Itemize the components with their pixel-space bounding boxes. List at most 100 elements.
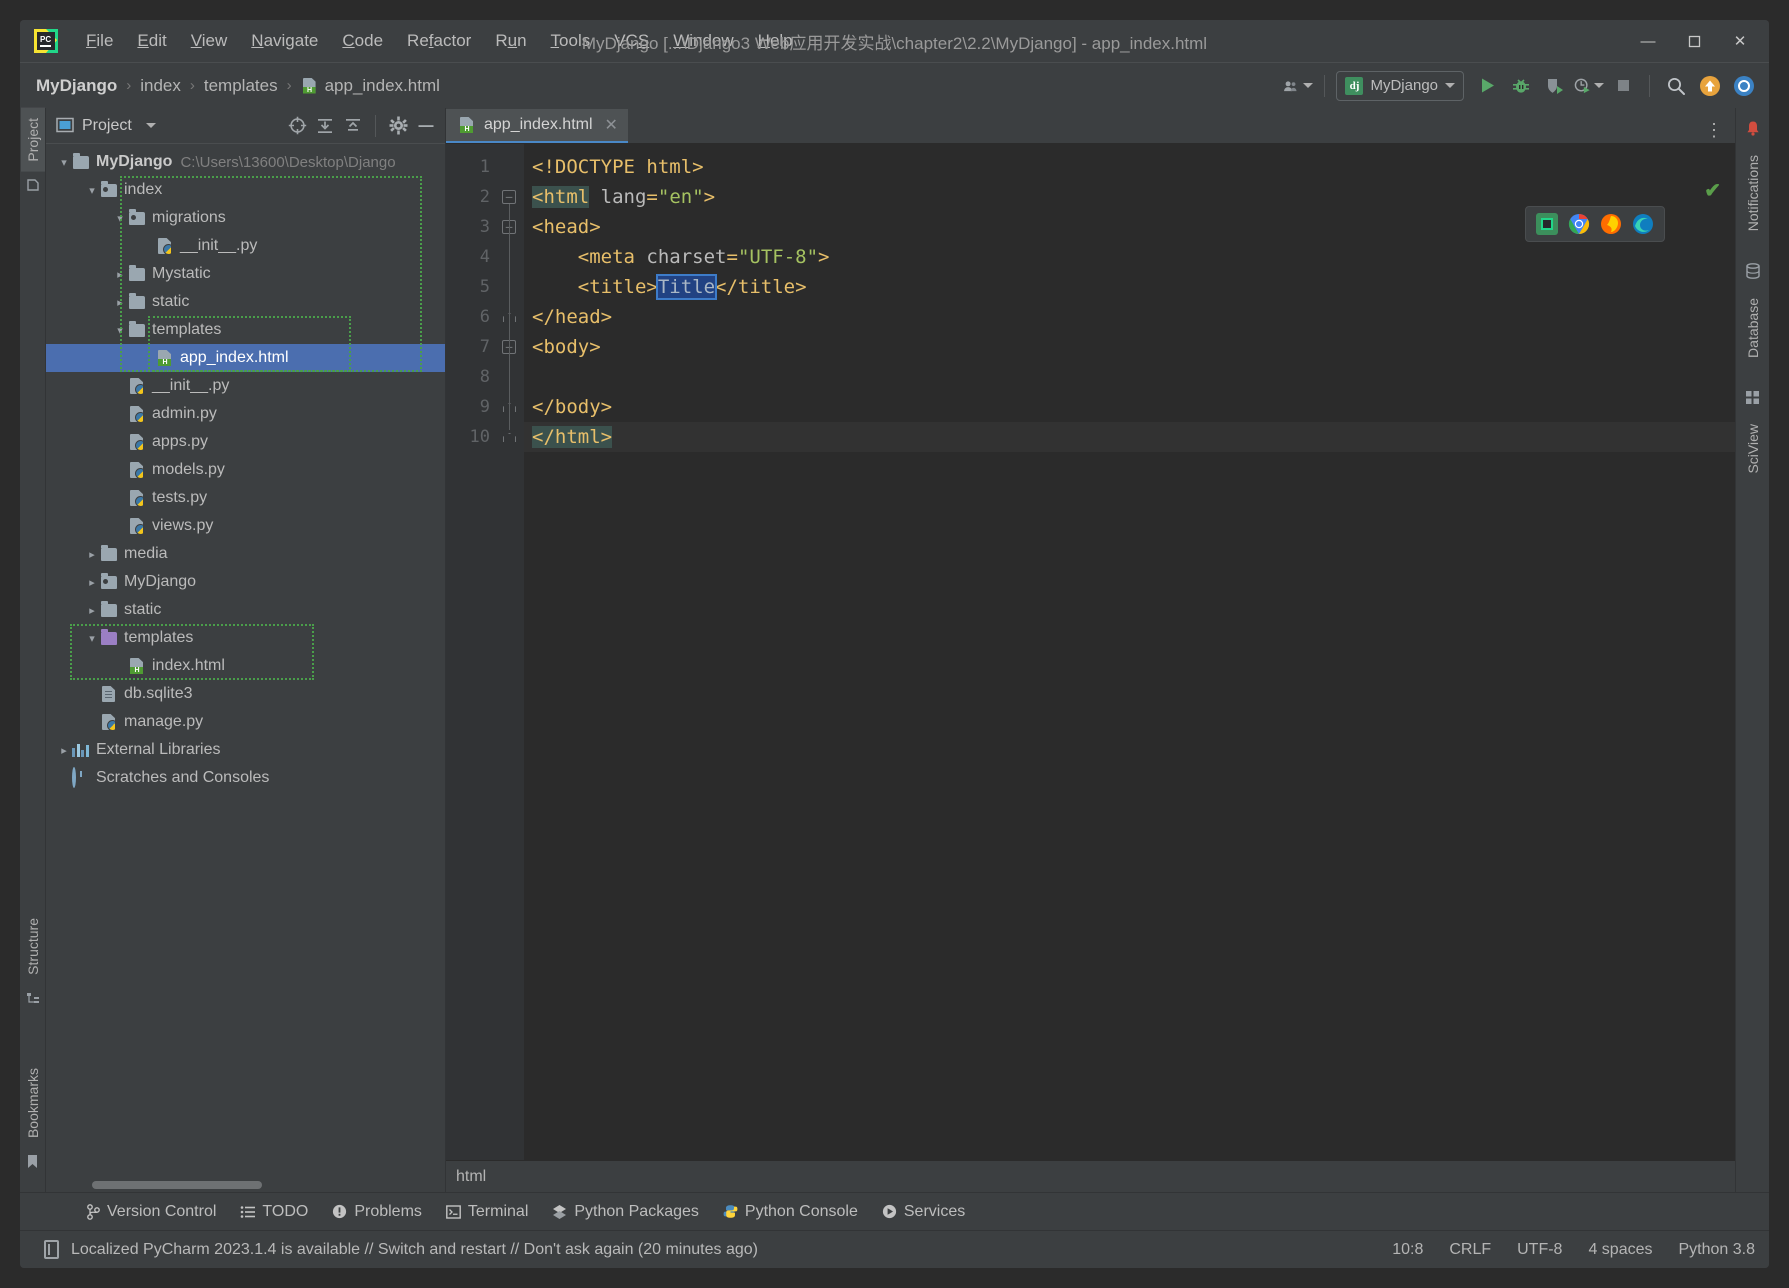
- tree-node--init-py[interactable]: __init__.py: [46, 372, 445, 400]
- tree-node-external-libraries[interactable]: ▸ External Libraries: [46, 736, 445, 764]
- project-tree[interactable]: ▾ MyDjango C:\Users\13600\Desktop\Django ▾ i…: [46, 144, 445, 1178]
- breadcrumb-item-index[interactable]: index: [136, 74, 185, 98]
- chevron-down-icon[interactable]: ▾: [56, 156, 72, 169]
- code-line[interactable]: <meta charset="UTF-8">: [524, 242, 1735, 272]
- menu-refactor[interactable]: Refactor: [395, 27, 483, 55]
- line-number[interactable]: 8: [446, 362, 524, 392]
- indent-setting[interactable]: 4 spaces: [1588, 1241, 1652, 1259]
- tree-node-manage-py[interactable]: manage.py: [46, 708, 445, 736]
- close-icon[interactable]: ✕: [605, 115, 618, 135]
- code-line[interactable]: <body>: [524, 332, 1735, 362]
- ide-settings-icon[interactable]: [1729, 71, 1759, 101]
- tool-window-problems[interactable]: Problems: [322, 1199, 432, 1225]
- line-number[interactable]: 4: [446, 242, 524, 272]
- bookmark-icon[interactable]: [26, 1154, 39, 1172]
- tree-node-templates[interactable]: ▾ templates: [46, 316, 445, 344]
- menu-edit[interactable]: Edit: [125, 27, 178, 55]
- menu-run[interactable]: Run: [483, 27, 538, 55]
- code-line[interactable]: [524, 362, 1735, 392]
- tree-node-mydjango[interactable]: ▾ MyDjango C:\Users\13600\Desktop\Django: [46, 148, 445, 176]
- chevron-right-icon[interactable]: ▸: [84, 548, 100, 561]
- tree-node-media[interactable]: ▸ media: [46, 540, 445, 568]
- file-encoding[interactable]: UTF-8: [1517, 1241, 1562, 1259]
- line-separator[interactable]: CRLF: [1449, 1241, 1491, 1259]
- menu-navigate[interactable]: Navigate: [239, 27, 330, 55]
- run-configuration-selector[interactable]: dj MyDjango: [1336, 70, 1464, 101]
- menu-view[interactable]: View: [179, 27, 240, 55]
- edge-icon[interactable]: [1632, 213, 1654, 235]
- code-line[interactable]: </head>: [524, 302, 1735, 332]
- bell-icon[interactable]: [1745, 120, 1761, 139]
- menu-tools[interactable]: Tools: [539, 27, 603, 55]
- chevron-down-icon[interactable]: ▾: [112, 324, 128, 337]
- tree-node-index-html[interactable]: Hindex.html: [46, 652, 445, 680]
- tree-node-static[interactable]: ▸ static: [46, 288, 445, 316]
- maximize-button[interactable]: [1671, 24, 1717, 58]
- code-line[interactable]: </body>: [524, 392, 1735, 422]
- tool-window-version-control[interactable]: Version Control: [76, 1199, 226, 1225]
- update-arrow-icon[interactable]: [1695, 71, 1725, 101]
- status-message[interactable]: Localized PyCharm 2023.1.4 is available …: [71, 1241, 758, 1259]
- project-hscrollbar[interactable]: [46, 1178, 445, 1192]
- line-number[interactable]: 1: [446, 152, 524, 182]
- sciview-grid-icon[interactable]: [1745, 390, 1760, 408]
- tree-node--init-py[interactable]: __init__.py: [46, 232, 445, 260]
- line-number[interactable]: 10: [446, 422, 524, 452]
- tree-node-templates[interactable]: ▾ templates: [46, 624, 445, 652]
- rail-tab-notifications[interactable]: Notifications: [1741, 145, 1765, 241]
- code-editor[interactable]: 1–2–3456–78910 <!DOCTYPE html> <html lang…: [446, 144, 1735, 1160]
- menu-bar[interactable]: FFileile Edit View Navigate Code Refacto…: [74, 27, 805, 55]
- line-number[interactable]: –7: [446, 332, 524, 362]
- tool-window-terminal[interactable]: Terminal: [436, 1199, 538, 1225]
- expand-all-icon[interactable]: [312, 113, 338, 139]
- chevron-down-icon[interactable]: ▾: [84, 184, 100, 197]
- editor-tab-app-index-html[interactable]: H app_index.html ✕: [446, 109, 628, 143]
- search-magnifier-icon[interactable]: [1661, 71, 1691, 101]
- code-line[interactable]: </html>: [524, 422, 1735, 452]
- line-number[interactable]: 6: [446, 302, 524, 332]
- hide-panel-icon[interactable]: [413, 113, 439, 139]
- tree-node-app-index-html[interactable]: Happ_index.html: [46, 344, 445, 372]
- user-group-icon[interactable]: [1283, 71, 1314, 101]
- menu-vcs[interactable]: VCS: [602, 27, 661, 55]
- rail-tab-sciview[interactable]: SciView: [1741, 414, 1765, 484]
- chevron-down-icon[interactable]: [145, 123, 156, 128]
- chevron-down-icon[interactable]: ▾: [112, 212, 128, 225]
- tree-node-apps-py[interactable]: apps.py: [46, 428, 445, 456]
- chevron-right-icon[interactable]: ▸: [112, 268, 128, 281]
- rail-tab-database[interactable]: Database: [1741, 288, 1765, 368]
- line-number[interactable]: –3: [446, 212, 524, 242]
- chevron-right-icon[interactable]: ▸: [84, 576, 100, 589]
- tree-node-index[interactable]: ▾ index: [46, 176, 445, 204]
- more-options-icon[interactable]: ⋮: [1701, 117, 1727, 143]
- code-content[interactable]: <!DOCTYPE html> <html lang="en"> <head> <m…: [524, 144, 1735, 1160]
- chevron-right-icon[interactable]: ▸: [84, 604, 100, 617]
- commit-icon[interactable]: [26, 178, 40, 195]
- menu-code[interactable]: Code: [330, 27, 395, 55]
- menu-file[interactable]: FFileile: [74, 27, 125, 55]
- stop-square-icon[interactable]: [1608, 71, 1638, 101]
- select-opened-file-icon[interactable]: [284, 113, 310, 139]
- collapse-all-icon[interactable]: [340, 113, 366, 139]
- run-coverage-icon[interactable]: [1540, 71, 1570, 101]
- caret-position[interactable]: 10:8: [1392, 1241, 1423, 1259]
- tree-node-mydjango[interactable]: ▸ MyDjango: [46, 568, 445, 596]
- tree-node-tests-py[interactable]: tests.py: [46, 484, 445, 512]
- tree-node-admin-py[interactable]: admin.py: [46, 400, 445, 428]
- tree-node-views-py[interactable]: views.py: [46, 512, 445, 540]
- code-line[interactable]: <!DOCTYPE html>: [524, 152, 1735, 182]
- tool-window-todo[interactable]: TODO: [230, 1199, 318, 1225]
- rail-tab-bookmarks[interactable]: Bookmarks: [21, 1058, 45, 1148]
- tree-node-static[interactable]: ▸ static: [46, 596, 445, 624]
- code-line[interactable]: <title>Title</title>: [524, 272, 1735, 302]
- python-interpreter[interactable]: Python 3.8: [1679, 1241, 1756, 1259]
- pycharm-preview-icon[interactable]: [1536, 213, 1558, 235]
- chevron-right-icon[interactable]: ▸: [112, 296, 128, 309]
- settings-gear-icon[interactable]: [385, 113, 411, 139]
- tree-node-models-py[interactable]: models.py: [46, 456, 445, 484]
- tool-window-services[interactable]: Services: [872, 1199, 975, 1225]
- line-number-gutter[interactable]: 1–2–3456–78910: [446, 144, 524, 1160]
- chevron-down-icon[interactable]: ▾: [84, 632, 100, 645]
- scrollbar-thumb[interactable]: [92, 1181, 262, 1189]
- rail-tab-project[interactable]: Project: [20, 108, 45, 172]
